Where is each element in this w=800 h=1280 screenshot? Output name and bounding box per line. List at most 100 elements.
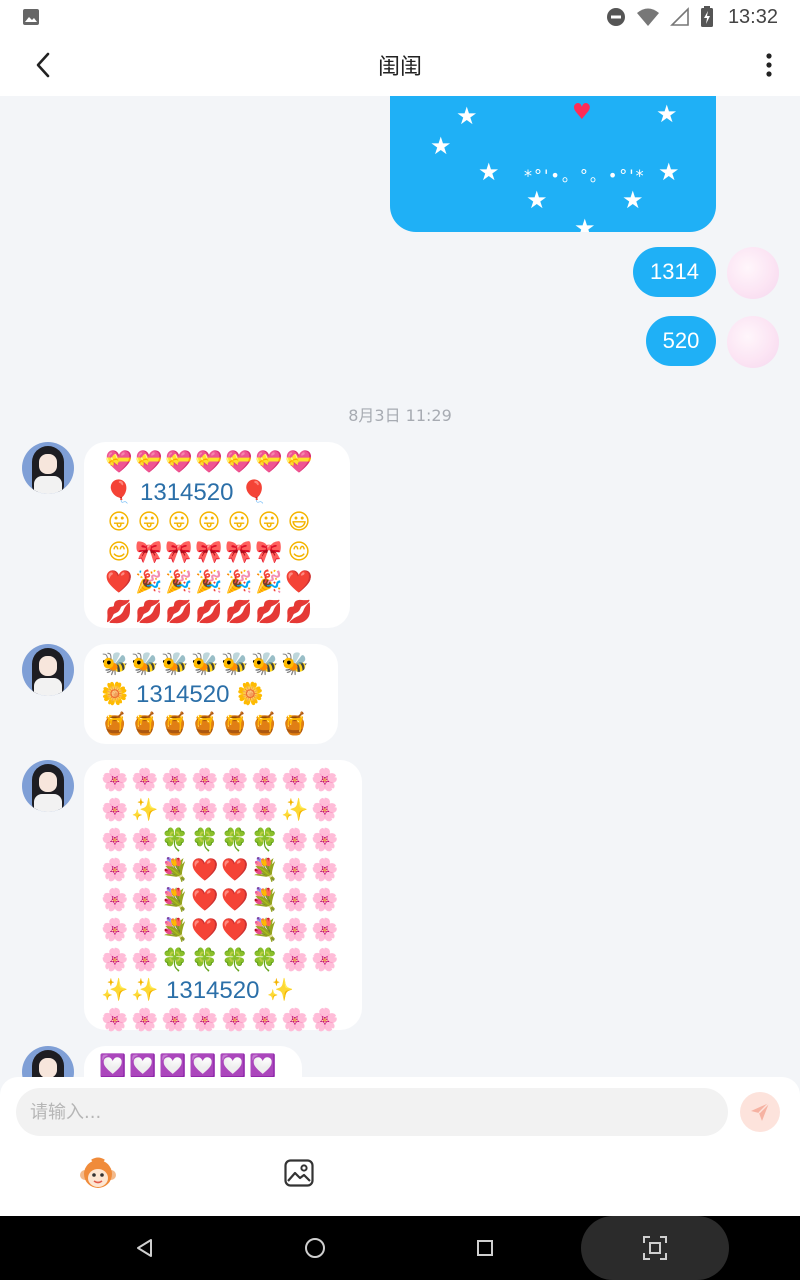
emoji-icon: 🌸 [311, 948, 339, 973]
emoji-row: 💝 💝 💝 💝 💝 💝 💝 [104, 448, 314, 478]
emoji-icon: 🎈 [240, 480, 269, 505]
contact-avatar[interactable] [22, 442, 74, 494]
message-number: 1314520 [136, 681, 230, 708]
emoji-icon: 😊 [287, 540, 311, 565]
emoji-row: 🌸 ✨ 🌸 🌸 🌸 🌸 ✨ 🌸 [100, 796, 340, 826]
emoji-icon: 🌸 [311, 858, 339, 883]
emoji-icon: 🎀 [255, 540, 283, 565]
received-message-bubble[interactable]: 💝 💝 💝 💝 💝 💝 💝 🎈 1314520 🎈 😛 😛 😛 😛 😛 😛 😃 😊 🎀 🎀 🎀 🎀 🎀 😊 ❤️ 🎉 🎉 🎉 🎉 🎉 ❤️ 💋… [84, 442, 350, 628]
emoji-icon: 🎉 [135, 570, 163, 595]
message-text: 520 [662, 328, 700, 353]
nav-back-button[interactable] [131, 1234, 159, 1262]
sent-message-bubble[interactable]: 520 [646, 316, 716, 366]
emoji-icon: ✨ [131, 798, 159, 823]
contact-avatar[interactable] [22, 760, 74, 812]
emoji-icon: ❤️ [221, 888, 249, 913]
emoji-icon: 🌼 [236, 682, 265, 707]
image-picker-button[interactable] [284, 1159, 316, 1189]
more-options-button[interactable] [756, 48, 782, 82]
nav-home-button[interactable] [301, 1234, 329, 1262]
signal-icon [670, 7, 689, 26]
emoji-icon: 🌸 [281, 768, 309, 793]
emoji-icon: 🍀 [191, 828, 219, 853]
back-triangle-icon [137, 1239, 152, 1257]
emoji-icon: 💟 [189, 1054, 217, 1078]
contact-avatar[interactable] [22, 1046, 74, 1077]
star-icon: ★ [656, 100, 678, 128]
wifi-icon [636, 8, 659, 26]
chat-messages[interactable]: ★ ★ ♥ ★ ★ *°'•。°。•°'* ★ ★ ★ ★ 1314 520 8… [0, 96, 800, 1077]
emoji-row: 💋 💋 💋 💋 💋 💋 💋 [104, 598, 314, 628]
emoji-icon: ❤️ [221, 858, 249, 883]
emoji-icon: 🍀 [251, 948, 279, 973]
my-avatar[interactable] [727, 316, 779, 368]
message-input[interactable] [16, 1088, 728, 1136]
emoji-icon: 🐝 [221, 652, 249, 677]
message-text: 1314 [650, 259, 699, 284]
emoji-row: ❤️ 🎉 🎉 🎉 🎉 🎉 ❤️ [104, 568, 314, 598]
emoji-icon: 💝 [225, 450, 253, 475]
star-card-text: *°'•。°。•°'* [524, 166, 646, 185]
emoji-icon: ❤️ [191, 888, 219, 913]
emoji-icon: 🌸 [161, 798, 189, 823]
emoji-icon: 😛 [137, 510, 161, 535]
nav-screenshot-button[interactable] [641, 1234, 669, 1262]
emoji-icon: 😛 [227, 510, 251, 535]
emoji-icon: 🎀 [135, 540, 163, 565]
my-avatar[interactable] [727, 247, 779, 299]
received-message-bubble[interactable]: 🐝 🐝 🐝 🐝 🐝 🐝 🐝 🌼 1314520 🌼 🍯 🍯 🍯 🍯 🍯 🍯 🍯 [84, 644, 338, 744]
emoji-row: 🌸 🌸 🌸 🌸 🌸 🌸 🌸 🌸 [100, 1006, 340, 1036]
emoji-icon: 🌸 [161, 1008, 189, 1033]
emoji-icon: 🌸 [161, 768, 189, 793]
emoji-icon: 🍯 [251, 712, 279, 737]
emoji-icon: 🌸 [101, 858, 129, 883]
emoji-icon: ❤️ [191, 858, 219, 883]
emoji-grid: 💟 💟 💟 💟 💟 💟 [98, 1052, 278, 1078]
emoji-icon: 💋 [285, 600, 313, 625]
emoji-icon: 🌸 [101, 828, 129, 853]
emoji-icon: 🎀 [225, 540, 253, 565]
nav-recents-button[interactable] [471, 1234, 499, 1262]
emoji-button[interactable] [80, 1157, 116, 1191]
emoji-icon: 🌸 [131, 918, 159, 943]
emoji-icon: 🌸 [101, 948, 129, 973]
emoji-icon: 🌸 [131, 858, 159, 883]
received-message-bubble[interactable]: 💟 💟 💟 💟 💟 💟 [84, 1046, 302, 1077]
heart-icon: ♥ [572, 100, 592, 125]
emoji-icon: 🌸 [101, 768, 129, 793]
emoji-icon: 🌸 [221, 798, 249, 823]
status-time: 13:32 [727, 5, 778, 28]
message-number: 1314520 [166, 977, 260, 1004]
star-icon: ★ [456, 102, 478, 130]
received-message-bubble[interactable]: 🌸 🌸 🌸 🌸 🌸 🌸 🌸 🌸 🌸 ✨ 🌸 🌸 🌸 🌸 ✨ 🌸 🌸 🌸 🍀 🍀 🍀 🍀 🌸 🌸 🌸 🌸 💐 ❤️ ❤️ 💐 🌸 🌸 🌸 🌸 💐 ❤️ ❤… [84, 760, 362, 1032]
emoji-row: 😊 🎀 🎀 🎀 🎀 🎀 😊 [104, 538, 314, 568]
emoji-icon: 🌼 [101, 682, 129, 707]
back-button[interactable] [26, 48, 60, 82]
emoji-icon: 🍯 [161, 712, 189, 737]
send-button[interactable] [740, 1092, 780, 1132]
contact-avatar[interactable] [22, 644, 74, 696]
emoji-icon: 🌸 [101, 798, 129, 823]
emoji-icon: 💐 [251, 858, 279, 883]
emoji-icon: 🌸 [131, 1008, 159, 1033]
sent-star-card[interactable]: ★ ★ ♥ ★ ★ *°'•。°。•°'* ★ ★ ★ ★ [390, 96, 716, 232]
sent-message-bubble[interactable]: 1314 [633, 247, 716, 297]
star-icon: ★ [622, 186, 644, 214]
emoji-icon: 💋 [105, 600, 133, 625]
star-icon: ★ [658, 158, 680, 186]
emoji-icon: 🌸 [251, 798, 279, 823]
emoji-icon: ✨ [281, 798, 309, 823]
emoji-icon: 💝 [255, 450, 283, 475]
emoji-icon: ❤️ [105, 570, 133, 595]
emoji-icon: 💐 [251, 888, 279, 913]
emoji-row: 🌸 🌸 💐 ❤️ ❤️ 💐 🌸 🌸 [100, 856, 340, 886]
emoji-icon: 💝 [285, 450, 313, 475]
emoji-icon: 💋 [225, 600, 253, 625]
status-bar: 13:32 [0, 0, 800, 34]
emoji-icon: 🍀 [161, 828, 189, 853]
emoji-icon: 🎉 [255, 570, 283, 595]
star-icon: ★ [478, 158, 500, 186]
emoji-icon: 🍀 [191, 948, 219, 973]
emoji-icon: 💋 [195, 600, 223, 625]
image-icon [284, 1159, 314, 1187]
